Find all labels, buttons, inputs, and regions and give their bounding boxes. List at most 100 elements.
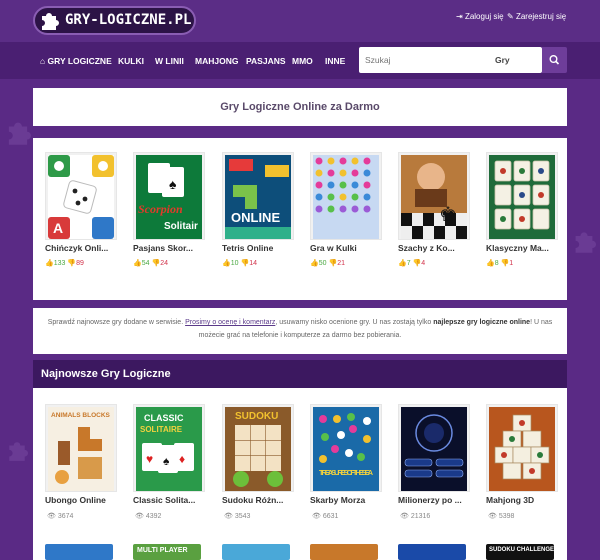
login-label: Zaloguj się (464, 12, 504, 21)
svg-text:♚: ♚ (439, 204, 457, 226)
classic-solitaire-image: CLASSIC SOLITAIRE ♥ ♠ ♦ (136, 407, 202, 491)
thumbs-down-icon[interactable]: 👎 (413, 260, 422, 267)
mahjong-image (489, 155, 555, 239)
search-icon (549, 54, 560, 65)
tetris-image: ONLINE (225, 155, 291, 239)
game-rating: 👍133 👎89 (45, 259, 84, 267)
game-thumbnail[interactable]: ONLINE (222, 152, 294, 240)
thumb-text-solitaire: Solitair (164, 221, 198, 232)
nav-item-pasjans[interactable]: PASJANS (246, 56, 286, 66)
game-thumbnail[interactable]: A (45, 152, 117, 240)
search-button[interactable] (542, 47, 567, 73)
thumbs-down-icon[interactable]: 👎 (151, 260, 160, 267)
ludo-image: A (48, 155, 114, 239)
scorpion-solitaire-image: ♠ Scorpion Solitair (136, 155, 202, 239)
register-link[interactable]: ✎ Zarejestruj się (507, 12, 566, 21)
puzzle-icon (42, 13, 59, 30)
game-thumbnail[interactable] (486, 404, 558, 492)
game-thumbnail-partial[interactable] (45, 544, 113, 560)
edit-icon: ✎ (507, 12, 514, 21)
game-name[interactable]: Ubongo Online (45, 495, 117, 505)
home-icon: ⌂ (40, 56, 46, 66)
balls-image (313, 155, 379, 239)
game-name[interactable]: Mahjong 3D (486, 495, 558, 505)
game-thumbnail[interactable]: ♚ (398, 152, 470, 240)
game-thumbnail-partial[interactable] (398, 544, 466, 560)
game-views: 👁 4392 (135, 512, 161, 520)
thumbs-up-icon[interactable]: 👍 (45, 260, 54, 267)
thumb-text-challenge: SUDOKU CHALLENGES (489, 547, 559, 553)
nav-item-mahjong[interactable]: MAHJONG (195, 56, 238, 66)
eye-icon: 👁 (400, 513, 409, 520)
rate-link[interactable]: Prosimy o ocenę i komentarz (185, 319, 275, 326)
puzzle-deco-icon (9, 442, 28, 461)
thumb-text-multi: MULTI PLAYER (137, 547, 188, 554)
nav-item-gry-logiczne[interactable]: ⌂ GRY LOGICZNE (40, 56, 112, 66)
thumbs-up-icon[interactable]: 👍 (398, 260, 407, 267)
thumb-text-solitaire2: SOLITAIRE (140, 425, 183, 434)
nav-item-kulki[interactable]: KULKI (118, 56, 144, 66)
login-icon: ⇥ (456, 12, 463, 21)
thumbs-down-icon[interactable]: 👎 (328, 260, 337, 267)
thumbs-up-icon[interactable]: 👍 (222, 260, 231, 267)
thumbs-down-icon[interactable]: 👎 (240, 260, 249, 267)
nav-item-w-linii[interactable]: W LINII (155, 56, 184, 66)
info-text-part: , usuwamy nisko ocenione gry. U nas zost… (275, 319, 432, 326)
game-name[interactable]: Milionerzy po ... (398, 495, 470, 505)
game-views: 👁 21316 (400, 512, 430, 520)
site-logo[interactable]: GRY-LOGICZNE.PL (33, 6, 196, 35)
dislike-count: 24 (160, 260, 168, 267)
svg-text:♥: ♥ (146, 452, 153, 466)
game-thumbnail[interactable]: SUDOKU (222, 404, 294, 492)
game-name[interactable]: Szachy z Ko... (398, 243, 470, 253)
game-thumbnail-partial[interactable]: MULTI PLAYER (133, 544, 201, 560)
section-title: Najnowsze Gry Logiczne (41, 368, 171, 380)
thumb-text-sudoku: SUDOKU (235, 411, 278, 422)
game-rating: 👍54 👎24 (133, 259, 168, 267)
game-thumbnail[interactable]: TREASURES OF THE SEA (310, 404, 382, 492)
game-name[interactable]: Classic Solita... (133, 495, 205, 505)
game-thumbnail[interactable]: ANIMALS BLOCKS (45, 404, 117, 492)
sudoku-image: SUDOKU (225, 407, 291, 491)
view-count: 3674 (57, 513, 74, 520)
puzzle-deco-icon (8, 122, 31, 145)
game-name[interactable]: Chińczyk Onli... (45, 243, 117, 253)
newest-games-panel: ANIMALS BLOCKS Ubongo Online 👁 3674 CLAS… (33, 388, 567, 560)
game-views: 👁 6631 (312, 512, 338, 520)
game-thumbnail-partial[interactable] (310, 544, 378, 560)
game-thumbnail[interactable] (398, 404, 470, 492)
nav-item-inne[interactable]: INNE (325, 56, 345, 66)
eye-icon: 👁 (488, 513, 497, 520)
thumbs-down-icon[interactable]: 👎 (67, 260, 76, 267)
search-category[interactable]: Gry (495, 55, 510, 65)
dislike-count: 14 (249, 260, 257, 267)
search-box: Gry (359, 47, 542, 73)
game-name[interactable]: Gra w Kulki (310, 243, 382, 253)
game-thumbnail[interactable]: ♠ Scorpion Solitair (133, 152, 205, 240)
game-thumbnail-partial[interactable]: SUDOKU CHALLENGES (486, 544, 558, 560)
thumbs-up-icon[interactable]: 👍 (310, 260, 319, 267)
eye-icon: 👁 (47, 513, 56, 520)
game-thumbnail[interactable] (310, 152, 382, 240)
game-name[interactable]: Pasjans Skor... (133, 243, 205, 253)
search-input[interactable] (365, 53, 485, 67)
view-count: 4392 (145, 513, 162, 520)
thumbs-up-icon[interactable]: 👍 (486, 260, 495, 267)
login-link[interactable]: ⇥ Zaloguj się (456, 12, 504, 21)
top-bar: GRY-LOGICZNE.PL ⇥ Zaloguj się ✎ Zarejest… (0, 0, 600, 42)
nav-item-mmo[interactable]: MMO (292, 56, 313, 66)
game-thumbnail-partial[interactable] (222, 544, 290, 560)
dislike-count: 89 (76, 260, 84, 267)
game-name[interactable]: Tetris Online (222, 243, 294, 253)
game-name[interactable]: Klasyczny Ma... (486, 243, 558, 253)
thumbs-up-icon[interactable]: 👍 (133, 260, 142, 267)
game-name[interactable]: Sudoku Różn... (222, 495, 294, 505)
game-thumbnail[interactable]: CLASSIC SOLITAIRE ♥ ♠ ♦ (133, 404, 205, 492)
like-count: 10 (230, 260, 239, 267)
ubongo-image: ANIMALS BLOCKS (48, 407, 114, 491)
like-count: 7 (406, 260, 411, 267)
millionaire-image (401, 407, 467, 491)
game-name[interactable]: Skarby Morza (310, 495, 382, 505)
thumbs-down-icon[interactable]: 👎 (501, 260, 510, 267)
game-thumbnail[interactable] (486, 152, 558, 240)
